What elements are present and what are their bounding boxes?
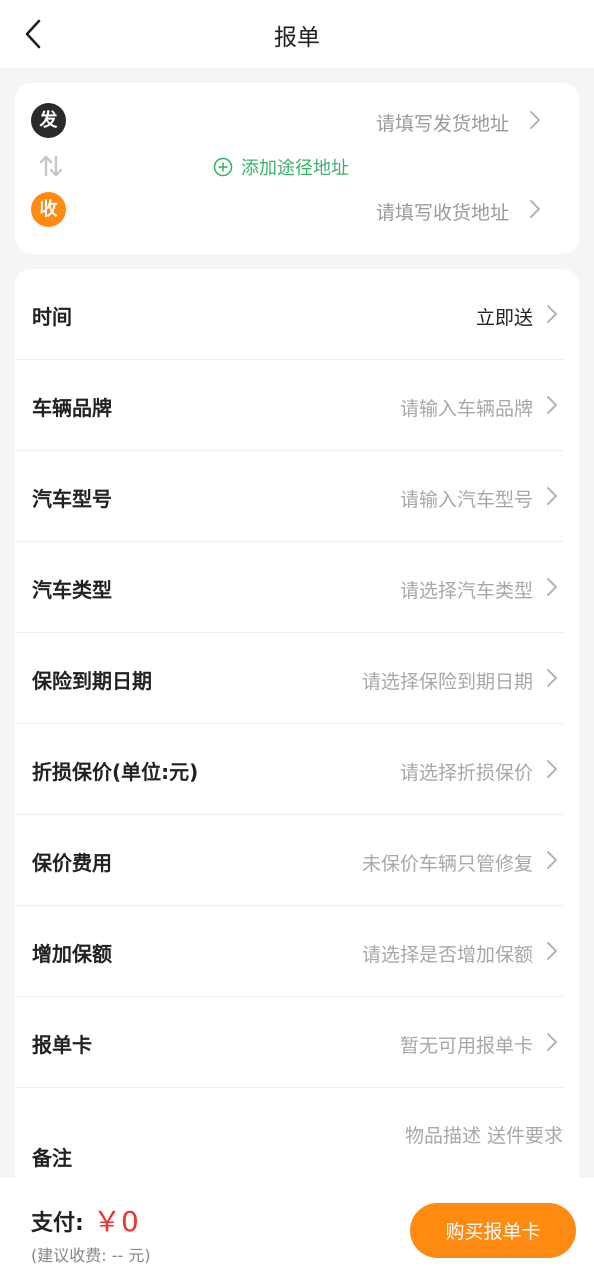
sender-address-row[interactable]: 发 请填写发货地址 bbox=[15, 99, 579, 143]
form-row-label: 车辆品牌 bbox=[32, 396, 112, 420]
chevron-right-icon bbox=[547, 851, 557, 869]
chevron-right-icon bbox=[547, 669, 557, 687]
form-row-value: 未保价车辆只管修复 bbox=[361, 853, 533, 875]
form-row-label: 时间 bbox=[32, 305, 72, 329]
add-waypoint-button[interactable]: 添加途径地址 bbox=[213, 152, 349, 182]
pay-label: 支付: bbox=[31, 1211, 84, 1236]
form-row-car-type[interactable]: 汽车类型 请选择汽车类型 bbox=[15, 542, 579, 633]
order-form: 时间 立即送 车辆品牌 请输入车辆品牌 汽车型号 请输入汽车型号 汽车类型 请选… bbox=[15, 269, 579, 1280]
buy-order-card-button[interactable]: 购买报单卡 bbox=[410, 1203, 576, 1258]
sender-address-placeholder: 请填写发货地址 bbox=[375, 113, 509, 135]
chevron-right-icon bbox=[547, 487, 557, 505]
form-row-insurance-expiry[interactable]: 保险到期日期 请选择保险到期日期 bbox=[15, 633, 579, 724]
form-row-label: 增加保额 bbox=[32, 942, 112, 966]
remark-input[interactable]: 物品描述 送件要求 bbox=[405, 1121, 563, 1148]
form-row-depreciation-value[interactable]: 折损保价(单位:元) 请选择折损保价 bbox=[15, 724, 579, 815]
form-row-extra-coverage[interactable]: 增加保额 请选择是否增加保额 bbox=[15, 906, 579, 997]
remark-label: 备注 bbox=[32, 1146, 72, 1170]
chevron-right-icon bbox=[547, 942, 557, 960]
form-row-label: 保价费用 bbox=[32, 851, 112, 875]
form-row-value: 请输入车辆品牌 bbox=[399, 398, 533, 420]
add-waypoint-label: 添加途径地址 bbox=[241, 158, 349, 179]
receiver-badge: 收 bbox=[31, 192, 66, 227]
navigation-bar: 报单 bbox=[0, 0, 594, 68]
form-row-vehicle-brand[interactable]: 车辆品牌 请输入车辆品牌 bbox=[15, 360, 579, 451]
form-row-value: 请选择汽车类型 bbox=[399, 580, 533, 602]
receiver-address-placeholder: 请填写收货地址 bbox=[375, 202, 509, 224]
form-row-value: 请选择是否增加保额 bbox=[361, 944, 533, 966]
suggested-fee-hint: (建议收费: -- 元) bbox=[31, 1246, 151, 1265]
chevron-right-icon bbox=[547, 305, 557, 323]
form-row-order-card[interactable]: 报单卡 暂无可用报单卡 bbox=[15, 997, 579, 1088]
form-row-insurance-fee[interactable]: 保价费用 未保价车辆只管修复 bbox=[15, 815, 579, 906]
chevron-right-icon bbox=[530, 111, 540, 129]
pay-amount: ￥0 bbox=[93, 1205, 139, 1238]
sender-badge: 发 bbox=[31, 103, 66, 138]
form-row-label: 保险到期日期 bbox=[32, 669, 152, 693]
form-row-label: 汽车类型 bbox=[32, 578, 112, 602]
form-row-car-model[interactable]: 汽车型号 请输入汽车型号 bbox=[15, 451, 579, 542]
form-row-value: 请选择保险到期日期 bbox=[361, 671, 533, 693]
form-row-value: 请选择折损保价 bbox=[399, 762, 533, 784]
chevron-right-icon bbox=[547, 396, 557, 414]
payment-bar: 支付: ￥0 (建议收费: -- 元) 购买报单卡 bbox=[0, 1178, 594, 1280]
plus-circle-icon bbox=[213, 157, 233, 177]
chevron-right-icon bbox=[530, 200, 540, 218]
swap-icon[interactable] bbox=[37, 153, 65, 179]
form-row-label: 报单卡 bbox=[32, 1033, 92, 1057]
form-row-label: 折损保价(单位:元) bbox=[32, 760, 199, 784]
form-row-label: 汽车型号 bbox=[32, 487, 112, 511]
chevron-right-icon bbox=[547, 760, 557, 778]
chevron-right-icon bbox=[547, 1033, 557, 1051]
page-title: 报单 bbox=[274, 25, 320, 51]
receiver-address-row[interactable]: 收 请填写收货地址 bbox=[15, 188, 579, 232]
address-card: 发 请填写发货地址 添加途径地址 收 请填写收货地址 bbox=[15, 83, 579, 254]
chevron-right-icon bbox=[547, 578, 557, 596]
divider bbox=[15, 1087, 563, 1088]
form-row-value: 立即送 bbox=[475, 307, 533, 329]
form-row-time[interactable]: 时间 立即送 bbox=[15, 269, 579, 360]
form-row-value: 暂无可用报单卡 bbox=[399, 1035, 533, 1057]
form-row-value: 请输入汽车型号 bbox=[399, 489, 533, 511]
